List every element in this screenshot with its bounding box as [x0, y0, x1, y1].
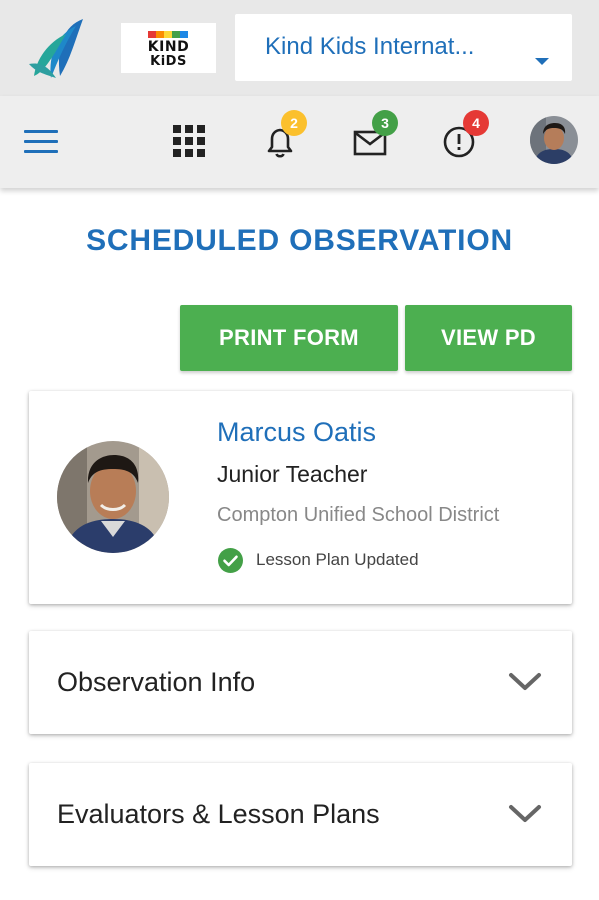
alerts-badge: 4 [463, 110, 489, 136]
mail-icon[interactable]: 3 [352, 110, 398, 160]
apps-grid-icon[interactable] [173, 125, 205, 157]
hamburger-menu-icon[interactable] [24, 128, 58, 154]
teacher-district: Compton Unified School District [217, 504, 500, 526]
evaluators-lesson-plans-label: Evaluators & Lesson Plans [57, 799, 380, 829]
logo-bar [172, 31, 180, 38]
org-logo: KIND KiDS [121, 23, 216, 73]
chevron-down-icon[interactable] [507, 801, 543, 827]
nav-bar: 2 3 4 [0, 96, 599, 188]
page-title: SCHEDULED OBSERVATION [86, 224, 513, 257]
user-avatar[interactable] [530, 116, 578, 164]
messages-badge: 3 [372, 110, 398, 136]
alert-circle-icon[interactable]: 4 [441, 110, 489, 160]
logo-bar [164, 31, 172, 38]
notifications-badge: 2 [281, 110, 307, 136]
org-logo-line2: KiDS [150, 54, 187, 69]
bell-icon[interactable]: 2 [263, 110, 307, 160]
sail-logo-icon[interactable] [26, 16, 88, 82]
view-pd-button[interactable]: VIEW PD [405, 305, 572, 371]
chevron-down-icon[interactable] [507, 669, 543, 695]
print-form-button[interactable]: PRINT FORM [180, 305, 398, 371]
org-logo-line1: KIND [147, 39, 190, 55]
organization-select-value: Kind Kids Internat... [265, 33, 475, 60]
logo-bar [148, 31, 156, 38]
logo-bar [156, 31, 164, 38]
teacher-profile-card: Marcus Oatis Junior Teacher Compton Unif… [29, 391, 572, 604]
check-circle-icon [218, 548, 243, 573]
caret-down-icon [535, 58, 549, 65]
observation-info-section[interactable]: Observation Info [29, 631, 572, 734]
top-bar: KIND KiDS Kind Kids Internat... [0, 0, 599, 96]
teacher-name[interactable]: Marcus Oatis [217, 417, 376, 448]
observation-info-label: Observation Info [57, 667, 256, 697]
teacher-avatar [57, 441, 169, 553]
organization-select[interactable]: Kind Kids Internat... [235, 14, 572, 81]
lesson-plan-status: Lesson Plan Updated [256, 550, 419, 569]
teacher-role: Junior Teacher [217, 461, 368, 487]
logo-bar [180, 31, 188, 38]
org-logo-bars [148, 31, 188, 38]
evaluators-lesson-plans-section[interactable]: Evaluators & Lesson Plans [29, 763, 572, 866]
